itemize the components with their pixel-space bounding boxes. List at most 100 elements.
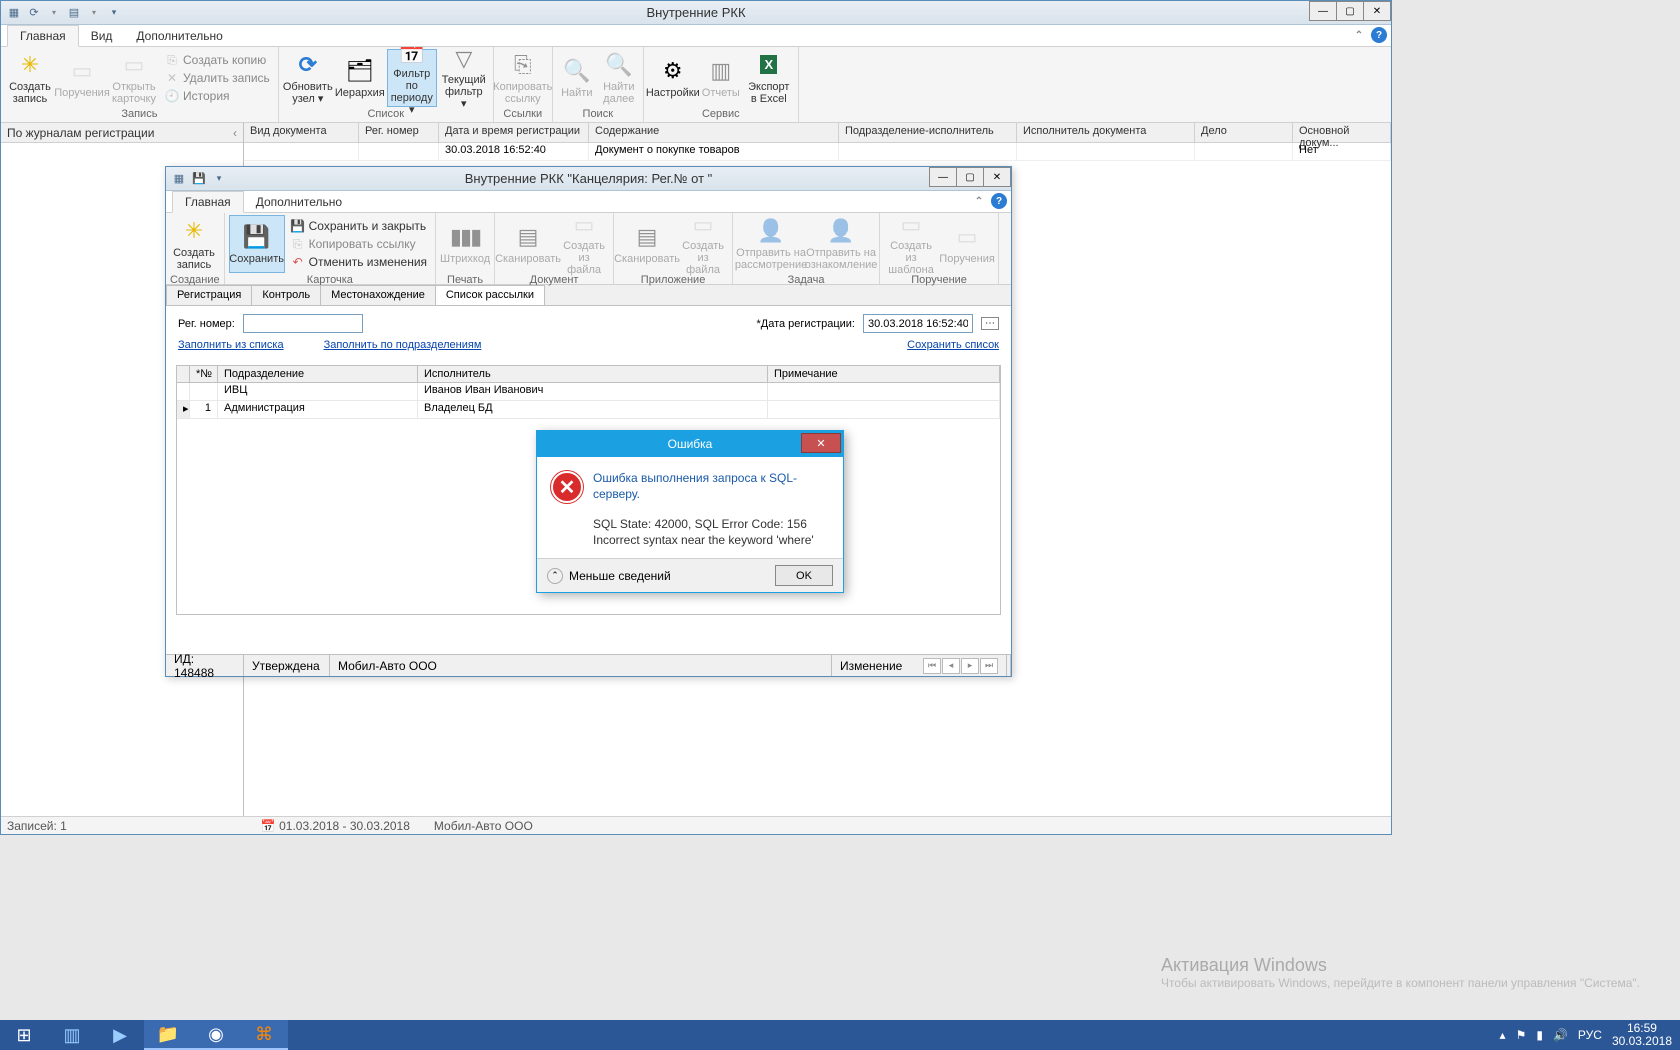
maximize-button[interactable]: ▢: [1336, 1, 1364, 21]
table-row[interactable]: 30.03.2018 16:52:40 Документ о покупке т…: [244, 143, 1391, 161]
help-icon[interactable]: ?: [991, 193, 1007, 209]
period-filter-button[interactable]: Фильтр по периоду ▾: [387, 49, 437, 107]
save-button[interactable]: Сохранить: [229, 215, 285, 273]
lang-indicator[interactable]: РУС: [1578, 1028, 1602, 1042]
org-name: Мобил-Авто ООО: [434, 819, 533, 833]
tab-extra[interactable]: Дополнительно: [244, 192, 354, 212]
explorer-button[interactable]: 📁: [144, 1020, 192, 1050]
flag-icon[interactable]: ⚑: [1516, 1028, 1527, 1042]
tab-main[interactable]: Главная: [7, 25, 79, 47]
sound-icon[interactable]: 🔊: [1553, 1028, 1568, 1042]
tab-extra[interactable]: Дополнительно: [124, 26, 234, 46]
export-excel-button[interactable]: Экспорт в Excel: [744, 49, 794, 107]
create-attach-button[interactable]: Создать из файла: [678, 215, 728, 273]
record-id: ИД: 148488: [166, 655, 244, 676]
fill-from-list-link[interactable]: Заполнить из списка: [178, 339, 284, 351]
close-button[interactable]: ✕: [983, 167, 1011, 187]
start-button[interactable]: ⊞: [0, 1020, 48, 1050]
save-qat-icon[interactable]: 💾: [190, 170, 208, 188]
settings-button[interactable]: Настройки: [648, 49, 698, 107]
tab-view[interactable]: Вид: [79, 26, 125, 46]
fill-by-dept-link[interactable]: Заполнить по подразделениям: [324, 339, 482, 351]
child-statusbar: ИД: 148488 Утверждена Мобил-Авто ООО Изм…: [166, 654, 1011, 676]
form-icon[interactable]: ▤: [65, 4, 83, 22]
tray-arrow-icon[interactable]: ▴: [1500, 1028, 1506, 1042]
create-record-button[interactable]: Создать запись: [170, 215, 218, 273]
date-picker-icon[interactable]: ⋯: [981, 317, 999, 330]
reg-date-label: *Дата регистрации:: [756, 318, 855, 330]
task-view-button[interactable]: ▥: [48, 1020, 96, 1050]
reports-button[interactable]: Отчеты: [700, 49, 742, 107]
error-icon: ✕: [551, 471, 583, 503]
child-title: Внутренние РКК "Канцелярия: Рег.№ от ": [465, 171, 713, 186]
tab-registration[interactable]: Регистрация: [166, 285, 252, 305]
network-icon[interactable]: ▮: [1536, 1028, 1543, 1042]
tab-mailing-list[interactable]: Список рассылки: [435, 285, 545, 305]
send-review-button[interactable]: Отправить на рассмотрение: [737, 215, 805, 273]
send-acquaint-button[interactable]: Отправить на ознакомление: [807, 215, 875, 273]
child-window: ▦💾▾ Внутренние РКК "Канцелярия: Рег.№ от…: [165, 166, 1012, 677]
refresh-node-button[interactable]: Обновить узел ▾: [283, 49, 333, 107]
app-button[interactable]: ⌘: [240, 1020, 288, 1050]
create-from-file-button[interactable]: Создать из файла: [559, 215, 609, 273]
table-row[interactable]: ▸1 Администрация Владелец БД: [177, 401, 1000, 419]
scan-attach-button[interactable]: Сканировать: [618, 215, 676, 273]
ok-button[interactable]: OK: [775, 565, 833, 586]
sys-icon[interactable]: ▦: [170, 170, 188, 188]
qat-more-icon[interactable]: ▾: [105, 4, 123, 22]
chevron-left-icon[interactable]: [233, 126, 237, 140]
minimize-button[interactable]: —: [1309, 1, 1337, 21]
open-card-button[interactable]: Открыть карточку: [109, 49, 159, 107]
qat-more-icon[interactable]: ▾: [210, 170, 228, 188]
help-icon[interactable]: ?: [1371, 27, 1387, 43]
refresh-icon[interactable]: ⟳: [25, 4, 43, 22]
system-tray: ▴ ⚑ ▮ 🔊 РУС 16:5930.03.2018: [1492, 1020, 1680, 1050]
table-row[interactable]: ИВЦ Иванов Иван Иванович: [177, 383, 1000, 401]
save-close-button[interactable]: 💾Сохранить и закрыть: [287, 217, 431, 235]
undo-button[interactable]: ↶Отменить изменения: [287, 253, 431, 271]
assignments-button[interactable]: Поручения: [940, 215, 994, 273]
minimize-button[interactable]: —: [929, 167, 957, 187]
close-button[interactable]: ✕: [1363, 1, 1391, 21]
maximize-button[interactable]: ▢: [956, 167, 984, 187]
hierarchy-button[interactable]: Иерархия: [335, 49, 385, 107]
chrome-button[interactable]: ◉: [192, 1020, 240, 1050]
collapse-ribbon-icon[interactable]: ⌃: [971, 193, 987, 209]
error-titlebar: Ошибка ✕: [537, 431, 843, 457]
nav-last-icon[interactable]: ⏭: [980, 658, 998, 674]
history-button[interactable]: 🕘История: [161, 87, 274, 105]
copy-link-button[interactable]: ⎘Копировать ссылку: [287, 235, 431, 253]
delete-record-button[interactable]: ✕Удалить запись: [161, 69, 274, 87]
assignments-button[interactable]: Поручения: [57, 49, 107, 107]
nav-next-icon[interactable]: ▸: [961, 658, 979, 674]
create-template-button[interactable]: Создать из шаблона: [884, 215, 938, 273]
find-next-button[interactable]: Найти далее: [599, 49, 639, 107]
copy-link-button[interactable]: Копировать ссылку: [498, 49, 548, 107]
clock[interactable]: 16:5930.03.2018: [1612, 1022, 1672, 1048]
form-area: Рег. номер: *Дата регистрации: ⋯ Заполни…: [166, 306, 1011, 365]
error-detail: SQL State: 42000, SQL Error Code: 156 In…: [537, 517, 843, 558]
main-titlebar: ▦ ⟳▾ ▤▾ ▾ Внутренние РКК — ▢ ✕: [1, 1, 1391, 25]
powershell-button[interactable]: ▶: [96, 1020, 144, 1050]
create-record-button[interactable]: Создать запись: [5, 49, 55, 107]
sys-icon[interactable]: ▦: [5, 4, 23, 22]
tab-control[interactable]: Контроль: [251, 285, 321, 305]
tab-main[interactable]: Главная: [172, 191, 244, 213]
error-close-button[interactable]: ✕: [801, 433, 841, 453]
create-copy-button[interactable]: ⎘Создать копию: [161, 51, 274, 69]
reg-number-input[interactable]: [243, 314, 363, 333]
scan-doc-button[interactable]: Сканировать: [499, 215, 557, 273]
current-filter-button[interactable]: Текущий фильтр ▾: [439, 49, 489, 107]
nav-prev-icon[interactable]: ◂: [942, 658, 960, 674]
main-ribbon-tabs: Главная Вид Дополнительно ⌃?: [1, 25, 1391, 47]
find-button[interactable]: Найти: [557, 49, 597, 107]
barcode-button[interactable]: Штрихкод: [440, 215, 490, 273]
reg-date-input[interactable]: [863, 314, 973, 333]
left-pane-header[interactable]: По журналам регистрации: [1, 123, 243, 143]
nav-first-icon[interactable]: ⏮: [923, 658, 941, 674]
main-title: Внутренние РКК: [646, 5, 745, 20]
less-details-button[interactable]: ⌃Меньше сведений: [547, 568, 671, 584]
tab-location[interactable]: Местонахождение: [320, 285, 436, 305]
collapse-ribbon-icon[interactable]: ⌃: [1351, 27, 1367, 43]
save-list-link[interactable]: Сохранить список: [907, 339, 999, 351]
